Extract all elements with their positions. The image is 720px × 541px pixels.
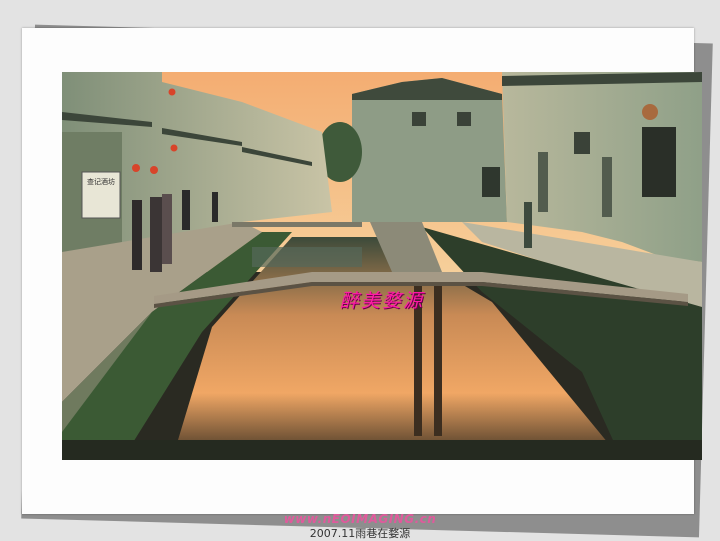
photo-overlay-title: 醉美婺源 — [339, 290, 424, 312]
shop-sign-text: 查记酒坊 — [87, 177, 115, 186]
photo-frame: 查记酒坊 醉美婺源 — [22, 28, 702, 514]
village-photo: 查记酒坊 醉美婺源 — [62, 72, 702, 460]
village-scene: 查记酒坊 — [62, 72, 702, 460]
site-watermark: www.nEOIMAGING.cn — [283, 512, 437, 526]
